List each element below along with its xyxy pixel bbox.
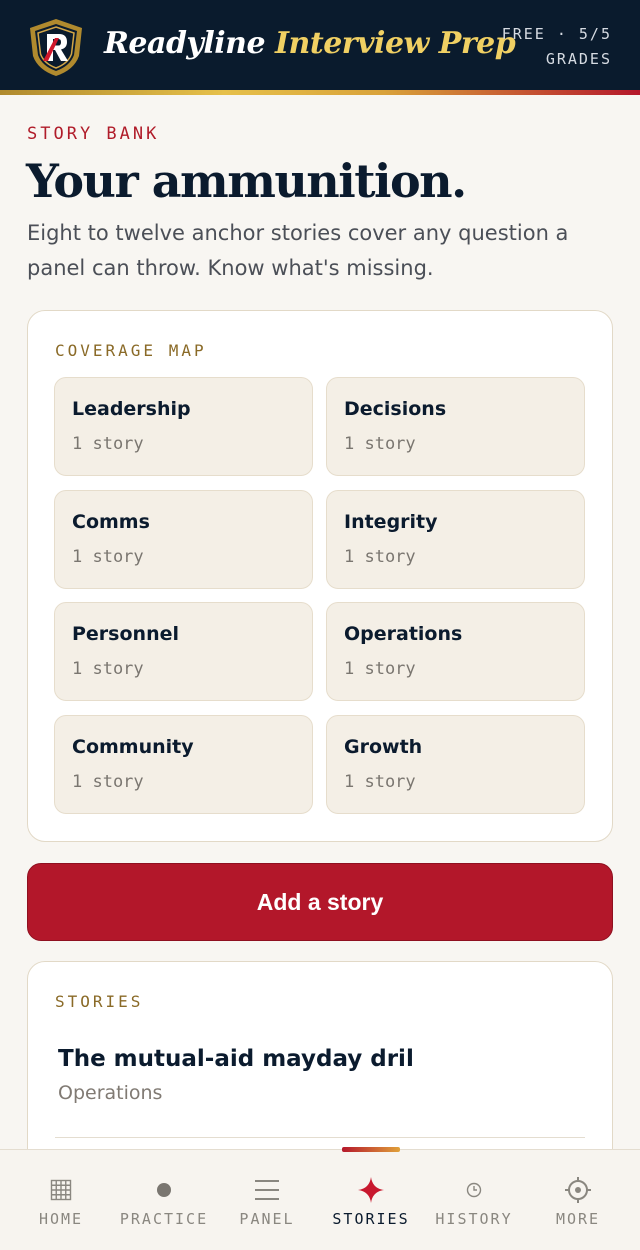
nav-label: HOME bbox=[38, 1210, 84, 1228]
grid-icon bbox=[47, 1176, 75, 1204]
tile-name: Comms bbox=[72, 511, 150, 533]
nav-item-stories[interactable]: STORIES bbox=[318, 1150, 424, 1250]
tile-name: Community bbox=[72, 736, 194, 758]
coverage-tile-leadership[interactable]: Leadership 1 story bbox=[54, 377, 313, 476]
nav-label: PRACTICE bbox=[119, 1210, 209, 1228]
gear-icon bbox=[564, 1176, 592, 1204]
bottom-nav: HOME PRACTICE PANEL STORIES HISTORY MORE bbox=[0, 1147, 640, 1250]
nav-item-practice[interactable]: PRACTICE bbox=[111, 1150, 217, 1250]
coverage-tile-personnel[interactable]: Personnel 1 story bbox=[54, 602, 313, 701]
nav-item-more[interactable]: MORE bbox=[525, 1150, 631, 1250]
coverage-tile-comms[interactable]: Comms 1 story bbox=[54, 490, 313, 589]
add-story-button[interactable]: Add a story bbox=[27, 863, 613, 941]
nav-label: HISTORY bbox=[435, 1210, 513, 1228]
coverage-tile-growth[interactable]: Growth 1 story bbox=[326, 715, 585, 814]
sparkle-icon bbox=[357, 1176, 385, 1204]
coverage-map-card: COVERAGE MAP Leadership 1 story Decision… bbox=[27, 310, 613, 842]
tile-name: Decisions bbox=[344, 398, 447, 420]
tile-name: Personnel bbox=[72, 623, 179, 645]
tile-count: 1 story bbox=[72, 659, 144, 679]
lines-icon bbox=[253, 1176, 281, 1204]
coverage-tile-operations[interactable]: Operations 1 story bbox=[326, 602, 585, 701]
dot-icon bbox=[150, 1176, 178, 1204]
plan-grades-label: GRADES bbox=[545, 50, 612, 68]
tile-count: 1 story bbox=[344, 659, 416, 679]
nav-item-home[interactable]: HOME bbox=[8, 1150, 114, 1250]
coverage-tile-integrity[interactable]: Integrity 1 story bbox=[326, 490, 585, 589]
brand-primary: Readyline bbox=[104, 26, 266, 61]
tile-name: Leadership bbox=[72, 398, 191, 420]
nav-label: STORIES bbox=[332, 1210, 410, 1228]
clock-icon bbox=[460, 1176, 488, 1204]
tile-count: 1 story bbox=[72, 772, 144, 792]
readyline-logo-icon[interactable] bbox=[26, 16, 86, 78]
tile-count: 1 story bbox=[72, 434, 144, 454]
nav-item-history[interactable]: HISTORY bbox=[421, 1150, 527, 1250]
story-title: The mutual-aid mayday dril bbox=[58, 1046, 414, 1072]
coverage-tile-decisions[interactable]: Decisions 1 story bbox=[326, 377, 585, 476]
page-description: Eight to twelve anchor stories cover any… bbox=[27, 221, 569, 280]
page-title: Your ammunition. bbox=[26, 154, 467, 208]
tile-count: 1 story bbox=[344, 772, 416, 792]
header-divider bbox=[0, 90, 640, 95]
story-divider bbox=[55, 1137, 585, 1138]
coverage-map-label: COVERAGE MAP bbox=[55, 341, 207, 360]
stories-label: STORIES bbox=[55, 992, 144, 1011]
section-eyebrow: STORY BANK bbox=[27, 124, 160, 144]
story-list-item[interactable]: The mutual-aid mayday dril Operations bbox=[58, 1046, 584, 1104]
story-category: Operations bbox=[58, 1082, 163, 1104]
app-header: Readyline Interview Prep FREE · 5/5 GRAD… bbox=[0, 0, 640, 90]
tile-name: Integrity bbox=[344, 511, 438, 533]
tile-count: 1 story bbox=[72, 547, 144, 567]
plan-status: FREE · 5/5 GRADES bbox=[472, 22, 612, 72]
tile-count: 1 story bbox=[344, 547, 416, 567]
nav-label: PANEL bbox=[239, 1210, 295, 1228]
tile-name: Operations bbox=[344, 623, 463, 645]
tile-name: Growth bbox=[344, 736, 423, 758]
nav-item-panel[interactable]: PANEL bbox=[214, 1150, 320, 1250]
nav-label: MORE bbox=[555, 1210, 601, 1228]
app-title: Readyline Interview Prep bbox=[104, 26, 516, 61]
tile-count: 1 story bbox=[344, 434, 416, 454]
coverage-tile-community[interactable]: Community 1 story bbox=[54, 715, 313, 814]
plan-grades-count: FREE · 5/5 bbox=[501, 25, 612, 43]
